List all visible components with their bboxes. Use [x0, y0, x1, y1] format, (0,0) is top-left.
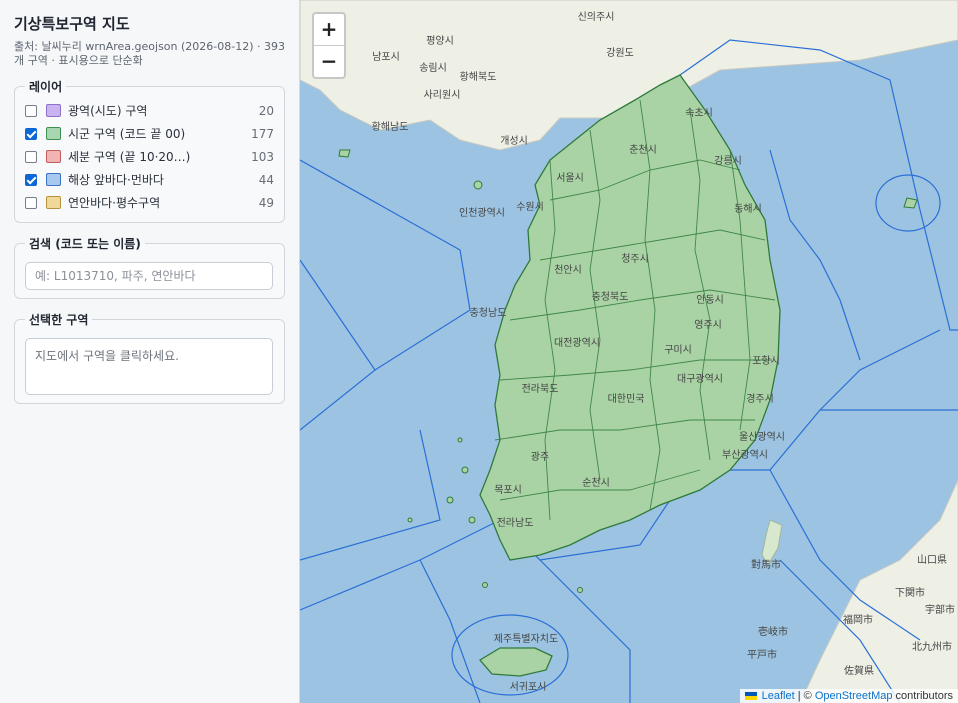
map-place-label: 부산광역시	[722, 449, 768, 461]
attribution-contributors: contributors	[892, 690, 953, 702]
map-place-label: 福岡市	[843, 613, 873, 626]
map-place-label: 강원도	[606, 47, 634, 59]
map-place-label: 宇部市	[925, 603, 955, 616]
layer-color-swatch	[46, 104, 61, 117]
map-place-label: 인천광역시	[459, 207, 505, 219]
sidebar: 기상특보구역 지도 출처: 날씨누리 wrnArea.geojson (2026…	[0, 0, 300, 703]
data-source-note: 출처: 날씨누리 wrnArea.geojson (2026-08-12) · …	[14, 40, 285, 67]
map-place-label: 평양시	[426, 35, 454, 47]
map-place-label: 대전광역시	[554, 337, 600, 349]
map-attribution: Leaflet | © OpenStreetMap contributors	[739, 689, 958, 703]
map-place-label: 순천시	[582, 477, 610, 489]
map-place-label: 전라북도	[522, 383, 559, 395]
map-place-label: 對馬市	[751, 558, 781, 571]
map-place-label: 경주시	[746, 392, 774, 405]
page-title: 기상특보구역 지도	[14, 15, 130, 33]
map-canvas[interactable]: 신의주시평양시강원도 남포시송림시황해북도사리원시황해남도개성시 속초시춘천시강릉시…	[300, 0, 958, 703]
map-place-label: 平戸市	[747, 648, 777, 661]
attribution-separator: | ©	[794, 690, 815, 702]
map-place-label: 충청북도	[592, 291, 629, 303]
map-place-label: 송림시	[419, 62, 447, 74]
layer-label: 광역(시도) 구역	[68, 104, 148, 118]
layer-count: 20	[258, 103, 274, 118]
map-place-label: 서귀포시	[510, 681, 547, 693]
map-place-label: 포항시	[752, 355, 780, 367]
map-place-label: 대구광역시	[677, 373, 723, 385]
map-place-label: 서울시	[556, 172, 584, 184]
layer-label: 연안바다·평수구역	[68, 196, 161, 210]
map-place-label: 황해남도	[372, 120, 409, 133]
map-place-label: 속초시	[685, 107, 713, 119]
layer-count: 103	[251, 149, 274, 164]
map-place-label: 山口県	[917, 554, 947, 566]
map-place-label: 남포시	[372, 51, 400, 63]
search-legend: 검색 (코드 또는 이름)	[29, 237, 141, 251]
search-panel: 검색 (코드 또는 이름)	[14, 235, 285, 299]
zoom-in-button[interactable]: +	[314, 14, 344, 45]
map-place-label: 제주특별자치도	[494, 633, 558, 645]
map-place-label: 신의주시	[578, 11, 615, 23]
zoom-control: + −	[312, 12, 346, 79]
map-place-label: 佐賀県	[844, 665, 874, 677]
map-place-label: 전라남도	[497, 517, 534, 529]
search-input[interactable]	[25, 262, 273, 290]
map-place-label: 대한민국	[608, 393, 645, 405]
map-place-label: 壱岐市	[758, 625, 788, 638]
map-place-label: 영주시	[694, 319, 722, 331]
ukraine-flag-icon	[744, 692, 757, 700]
map-view[interactable]: 신의주시평양시강원도 남포시송림시황해북도사리원시황해남도개성시 속초시춘천시강릉시…	[300, 0, 958, 703]
layer-checkbox[interactable]	[25, 127, 37, 140]
layer-checkbox[interactable]	[25, 196, 37, 209]
osm-link[interactable]: OpenStreetMap	[815, 690, 893, 702]
map-place-label: 下関市	[895, 586, 925, 599]
layer-row[interactable]: 연안바다·평수구역 49	[25, 191, 274, 214]
map-place-label: 청주시	[621, 253, 649, 265]
map-place-label: 구미시	[664, 344, 692, 356]
zoom-out-button[interactable]: −	[314, 45, 344, 77]
map-place-label: 개성시	[500, 135, 528, 147]
layer-row[interactable]: 광역(시도) 구역 20	[25, 99, 274, 122]
layer-checkbox[interactable]	[25, 173, 37, 186]
map-place-label: 목포시	[494, 484, 522, 496]
layer-checkbox[interactable]	[25, 150, 37, 163]
layer-row[interactable]: 해상 앞바다·먼바다 44	[25, 168, 274, 191]
map-place-label: 안동시	[696, 294, 724, 306]
map-place-label: 천안시	[554, 264, 582, 276]
map-place-label: 광주	[531, 451, 549, 463]
map-place-label: 황해북도	[460, 70, 497, 83]
map-place-label: 강릉시	[714, 155, 742, 167]
layer-color-swatch	[46, 150, 61, 163]
layer-checkbox[interactable]	[25, 104, 37, 117]
selected-region-box: 지도에서 구역을 클릭하세요.	[25, 338, 273, 395]
layer-row[interactable]: 시군 구역 (코드 끝 00) 177	[25, 122, 274, 145]
map-place-label: 충청남도	[470, 307, 507, 319]
layer-label: 해상 앞바다·먼바다	[68, 173, 164, 187]
selected-legend: 선택한 구역	[29, 313, 89, 327]
layer-count: 177	[251, 126, 274, 141]
layer-color-swatch	[46, 127, 61, 140]
selected-panel: 선택한 구역 지도에서 구역을 클릭하세요.	[14, 311, 285, 404]
leaflet-link[interactable]: Leaflet	[762, 690, 795, 702]
map-place-label: 수원시	[516, 201, 544, 213]
layer-count: 44	[258, 172, 274, 187]
map-place-label: 울산광역시	[739, 431, 785, 443]
map-place-label: 사리원시	[424, 89, 461, 101]
layer-color-swatch	[46, 173, 61, 186]
layer-label: 시군 구역 (코드 끝 00)	[68, 127, 186, 141]
layer-label: 세분 구역 (끝 10·20…)	[68, 150, 191, 164]
layer-color-swatch	[46, 196, 61, 209]
layer-list: 광역(시도) 구역 20 시군 구역 (코드 끝 00) 177 세분 구역 (끝 10…	[25, 99, 274, 214]
layers-panel: 레이어 광역(시도) 구역 20 시군 구역 (코드 끝 00) 177 세분 구역 (…	[14, 78, 285, 223]
map-place-label: 北九州市	[912, 640, 952, 653]
layer-count: 49	[258, 195, 274, 210]
layers-legend: 레이어	[29, 80, 63, 94]
layer-row[interactable]: 세분 구역 (끝 10·20…) 103	[25, 145, 274, 168]
map-place-label: 동해시	[734, 202, 762, 215]
map-place-label: 춘천시	[629, 144, 657, 156]
